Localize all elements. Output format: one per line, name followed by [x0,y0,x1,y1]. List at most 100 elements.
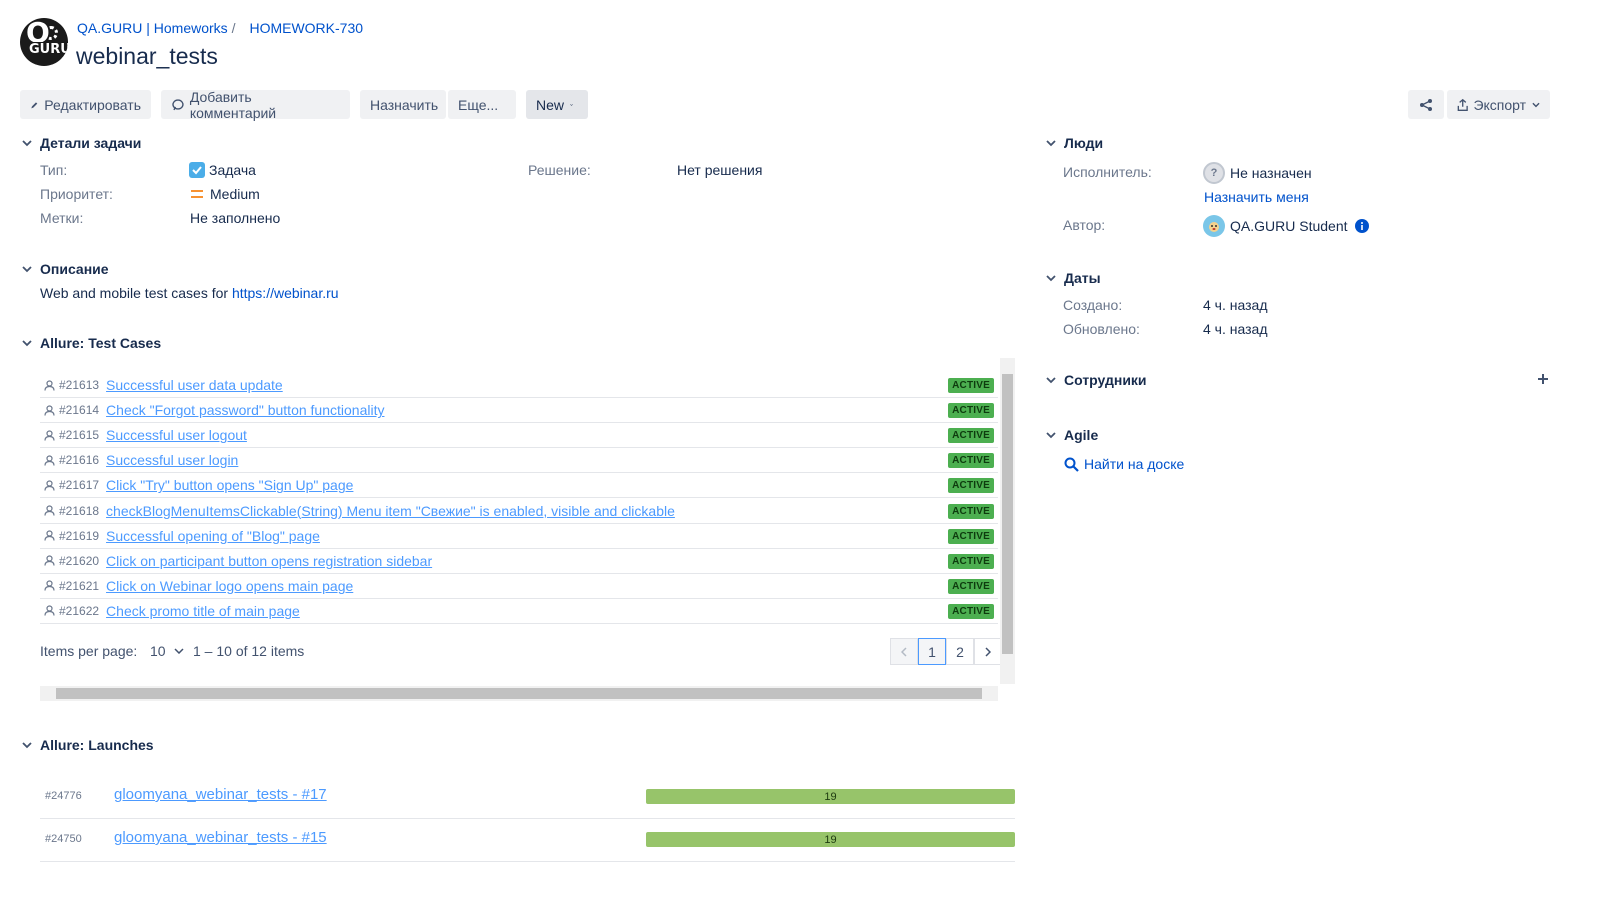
description-link[interactable]: https://webinar.ru [232,285,339,301]
description-text: Web and mobile test cases for https://we… [40,285,339,301]
items-per-page-label: Items per page: [40,643,138,659]
person-icon [44,605,55,616]
status-badge: ACTIVE [948,503,994,519]
details-header: Детали задачи [40,135,142,151]
test-case-link[interactable]: Click on participant button opens regist… [106,553,432,569]
next-page-button[interactable] [974,638,1002,665]
share-button[interactable] [1408,90,1444,119]
launch-stats-bar[interactable]: 19 [646,789,1015,804]
horizontal-scroll-thumb[interactable] [56,688,982,699]
pencil-icon [31,101,38,108]
edit-button[interactable]: Редактировать [20,90,151,119]
launch-row: #24776 gloomyana_webinar_tests - #17 19 [40,776,1015,819]
edit-button-label: Редактировать [44,96,141,113]
assign-to-me-link[interactable]: Назначить меня [1204,189,1309,205]
test-case-id: #21619 [59,528,100,543]
export-icon [1457,98,1468,111]
assign-button[interactable]: Назначить [360,90,446,119]
person-icon [44,404,55,416]
updated-label: Обновлено: [1063,321,1140,337]
test-case-row: #21615 Successful user logout ACTIVE [40,423,998,449]
launch-count: 19 [824,833,837,846]
status-badge: ACTIVE [948,378,994,393]
unassigned-avatar-icon: ? [1203,162,1225,184]
test-case-link[interactable]: Click "Try" button opens "Sign Up" page [106,477,353,493]
reporter-value[interactable]: QA.GURU Student [1203,215,1369,237]
watchers-section-toggle[interactable]: Сотрудники [1045,372,1147,388]
launch-stats-bar[interactable]: 19 [646,832,1015,847]
status-dropdown[interactable]: New [526,90,588,119]
page-title: webinar_tests [76,43,218,69]
status-badge: ACTIVE [948,428,994,444]
add-comment-label: Добавить комментарий [189,88,277,121]
add-icon[interactable] [1537,373,1549,385]
test-case-link[interactable]: Successful opening of "Blog" page [106,528,320,544]
labels-label: Метки: [40,210,84,226]
agile-header: Agile [1064,427,1099,443]
add-comment-button[interactable]: Добавить комментарий [161,88,350,121]
test-case-id: #21621 [59,578,100,593]
reporter-label: Автор: [1063,217,1106,233]
status-badge: ACTIVE [948,453,994,469]
test-case-link[interactable]: Successful user logout [106,427,247,443]
test-case-link[interactable]: checkBlogMenuItemsClickable(String) Menu… [106,503,675,519]
share-icon [1420,98,1432,111]
test-case-id: #21622 [59,603,100,618]
test-cases-vertical-scrollbar[interactable] [1000,358,1015,684]
dates-section-toggle[interactable]: Даты [1045,270,1101,286]
test-case-row: #21619 Successful opening of "Blog" page A… [40,524,998,549]
test-case-link[interactable]: Click on Webinar logo opens main page [106,578,353,594]
project-logo[interactable]: Q GURU [20,18,68,66]
priority-label: Приоритет: [40,186,113,202]
agile-section-toggle[interactable]: Agile [1045,427,1098,443]
launches-section-toggle[interactable]: Allure: Launches [21,737,154,753]
test-case-id: #21615 [59,428,100,443]
breadcrumb-issue-link[interactable]: HOMEWORK-730 [249,20,363,36]
page-2-button[interactable]: 2 [946,638,974,665]
launch-id: #24750 [45,833,82,845]
chevron-down-icon [1046,139,1056,146]
launch-link[interactable]: gloomyana_webinar_tests - #15 [114,829,327,846]
items-per-page-select[interactable]: 10 [150,643,184,659]
labels-value: Не заполнено [190,210,281,226]
test-case-link[interactable]: Successful user data update [106,377,283,393]
chevron-down-icon [1532,102,1540,107]
test-case-link[interactable]: Successful user login [106,452,238,468]
test-cases-header: Allure: Test Cases [40,335,162,351]
dog-face-icon [1209,222,1219,232]
launch-link[interactable]: gloomyana_webinar_tests - #17 [114,786,327,803]
more-button[interactable]: Еще... [448,90,516,119]
chevron-down-icon [22,139,32,146]
test-cases-horizontal-scrollbar[interactable] [40,686,998,701]
export-button[interactable]: Экспорт [1447,90,1550,119]
test-case-link[interactable]: Check "Forgot password" button functiona… [106,402,384,418]
launch-row: #24750 gloomyana_webinar_tests - #15 19 [40,819,1015,862]
page-1-button[interactable]: 1 [918,638,946,665]
info-icon[interactable] [1354,219,1369,233]
vertical-scroll-thumb[interactable] [1002,374,1013,654]
resolution-value: Нет решения [677,162,763,178]
test-case-row: #21613 Successful user data update ACTIVE [40,373,998,398]
reporter-name: QA.GURU Student [1230,218,1348,234]
status-label: New [536,96,565,113]
test-case-row: #21620 Click on participant button opens … [40,549,998,574]
status-badge: ACTIVE [948,553,994,569]
test-case-id: #21616 [59,453,100,468]
details-section-toggle[interactable]: Детали задачи [21,135,141,151]
status-badge: ACTIVE [948,528,994,544]
type-value-text: Задача [209,162,256,178]
find-on-board-link[interactable]: Найти на доске [1064,456,1184,472]
status-badge: ACTIVE [948,478,994,494]
person-icon [44,580,55,591]
updated-value: 4 ч. назад [1203,321,1268,337]
prev-page-button[interactable] [890,638,918,665]
test-case-link[interactable]: Check promo title of main page [106,603,300,619]
description-section-toggle[interactable]: Описание [21,261,109,277]
avatar [1203,215,1225,237]
people-section-toggle[interactable]: Люди [1045,135,1103,151]
test-cases-section-toggle[interactable]: Allure: Test Cases [21,335,161,351]
search-icon [1064,457,1079,472]
breadcrumb-project-link[interactable]: QA.GURU | Homeworks [77,20,228,36]
chevron-down-icon [1046,376,1056,383]
test-case-row: #21614 Check "Forgot password" button fun… [40,398,998,424]
